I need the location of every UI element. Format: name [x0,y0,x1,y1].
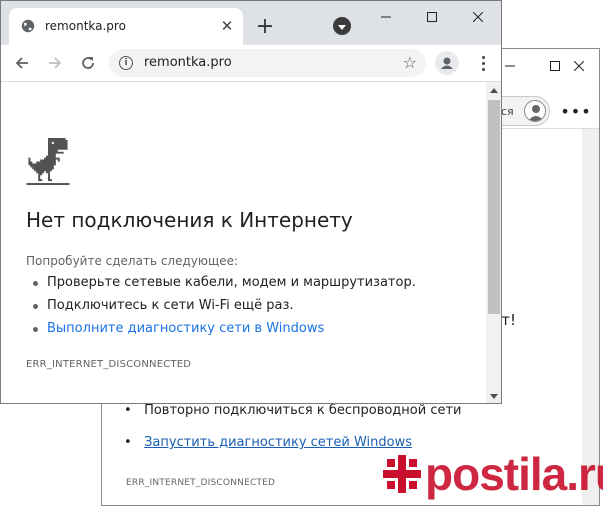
profile-label: ся [501,104,514,118]
forward-button[interactable] [43,51,67,75]
list-item: • Запустить диагностику сетей Windows [124,435,412,450]
menu-icon[interactable] [471,51,495,75]
page-title: Нет подключения к Интернету [26,208,353,232]
close-button[interactable] [556,49,599,83]
watermark: postila.ru [383,450,603,498]
profile-icon[interactable] [435,51,459,75]
minimize-button[interactable] [363,1,409,33]
minimize-icon [381,16,391,18]
error-code: ERR_INTERNET_DISCONNECTED [126,478,276,488]
tab-strip: remontka.pro ✕ + [1,1,501,45]
star-icon[interactable]: ☆ [403,53,417,72]
tab-close-icon[interactable]: ✕ [217,16,237,36]
chrome-window: remontka.pro ✕ + i remontka.pro ☆ Нет по… [0,0,502,404]
maximize-button[interactable] [409,1,455,33]
arrow-left-icon [15,57,28,69]
close-icon [473,12,483,22]
error-code: ERR_INTERNET_DISCONNECTED [26,359,192,370]
back-button[interactable] [10,51,34,75]
page-content: Нет подключения к Интернету Попробуйте с… [1,82,486,403]
info-icon[interactable]: i [119,56,133,70]
scrollbar-thumb[interactable] [488,100,500,314]
arrow-right-icon [49,57,62,69]
list-item: • Повторно подключиться к беспроводной с… [124,403,462,418]
reload-icon [82,57,94,69]
tab-remontka[interactable]: remontka.pro ✕ [9,8,243,45]
watermark-logo-icon [383,455,421,493]
dinosaur-icon [26,138,70,185]
avatar-icon [524,100,546,122]
new-tab-button[interactable]: + [253,14,277,39]
address-text[interactable]: remontka.pro [144,55,232,70]
list-item: Проверьте сетевые кабели, модем и маршру… [33,275,416,290]
scroll-up-icon[interactable] [486,82,501,98]
tab-title: remontka.pro [45,19,126,33]
maximize-icon [427,12,437,22]
close-button[interactable] [455,1,501,33]
browser-toolbar: i remontka.pro ☆ [1,45,501,82]
diagnostics-link[interactable]: Запустить диагностику сетей Windows [144,435,412,450]
minimize-icon [505,65,515,67]
address-bar[interactable]: i remontka.pro ☆ [109,49,426,77]
tab-search-icon[interactable] [333,17,351,35]
close-icon [574,61,584,71]
suggestions-intro: Попробуйте сделать следующее: [26,254,239,268]
globe-icon [21,19,35,33]
vertical-scrollbar[interactable] [486,82,501,403]
bullet-text: Повторно подключиться к беспроводной сет… [144,403,462,418]
reload-button[interactable] [76,51,100,75]
list-item: Подключитесь к сети Wi-Fi ещё раз. [33,298,294,313]
watermark-text: postila.ru [425,448,603,500]
scroll-down-icon[interactable] [486,388,501,403]
diagnostics-link[interactable]: Выполните диагностику сети в Windows [32,321,324,336]
more-options-icon[interactable]: ••• [560,99,590,123]
